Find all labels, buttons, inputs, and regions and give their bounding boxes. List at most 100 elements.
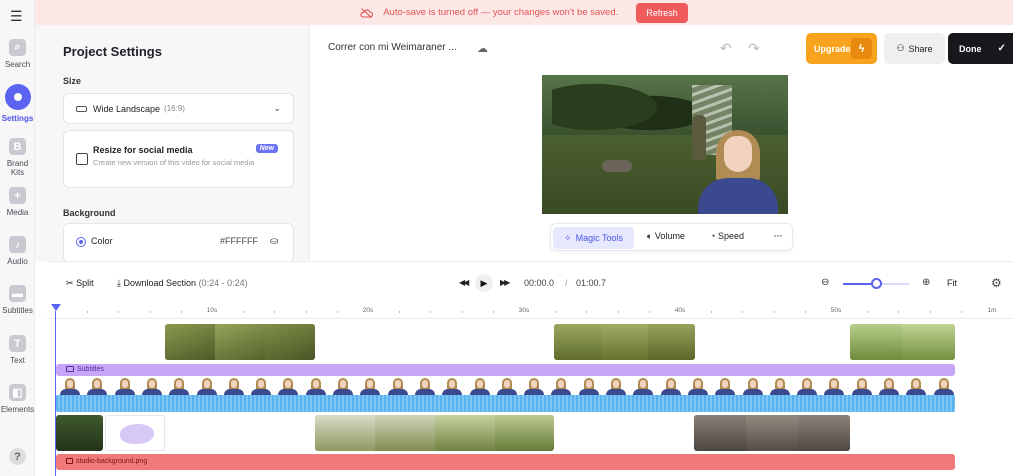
ruler-tick [773, 311, 775, 313]
avatar-frame [411, 377, 438, 395]
avatar-track[interactable] [56, 377, 955, 395]
ruler-label: 40s [674, 307, 686, 314]
chevron-down-icon: ⌄ [273, 103, 281, 113]
avatar-frame [384, 377, 411, 395]
elements-icon: ◧ [9, 384, 26, 401]
add-person-icon: ⚇ [896, 43, 905, 53]
redo-icon[interactable]: ↷ [748, 40, 760, 57]
avatar-frame [438, 377, 465, 395]
hamburger-icon[interactable]: ☰ [10, 9, 24, 23]
sidebar-item-brand-kits[interactable]: B Brand Kits [0, 138, 35, 177]
zoom-out-icon[interactable]: ⊖ [821, 277, 829, 288]
avatar-frame [302, 377, 329, 395]
text-icon: T [9, 335, 26, 352]
speed-button[interactable]: ◔ Speed [710, 231, 744, 241]
paint-bucket-icon[interactable]: ⛀ [270, 236, 278, 247]
speaker-icon: 🔈︎ [647, 231, 653, 241]
avatar-frame [902, 377, 929, 395]
playhead-handle[interactable] [51, 304, 61, 311]
undo-icon[interactable]: ↶ [720, 40, 732, 57]
magic-tools-label: Magic Tools [575, 233, 623, 243]
share-button[interactable]: ⚇ Share [884, 33, 945, 64]
presenter-avatar[interactable] [698, 130, 778, 214]
ruler-label: 10s [206, 307, 218, 314]
sidebar-item-audio[interactable]: ♪ Audio [0, 236, 35, 266]
zoom-slider[interactable] [843, 278, 909, 289]
sidebar-item-subtitles[interactable]: ▬ Subtitles [0, 285, 35, 315]
video-clip[interactable] [554, 324, 695, 360]
ruler-label: 50s [830, 307, 842, 314]
project-title[interactable]: Correr con mi Weimaraner ... [328, 42, 457, 53]
avatar-frame [165, 377, 192, 395]
ruler-tick [586, 311, 588, 313]
avatar-frame [193, 377, 220, 395]
split-button[interactable]: ✂ Split [66, 278, 94, 289]
avatar-frame [766, 377, 793, 395]
autosave-banner: Auto-save is turned off — your changes w… [35, 0, 1013, 25]
avatar-frame [247, 377, 274, 395]
sidebar-item-settings[interactable]: Settings [0, 84, 35, 123]
download-section-button[interactable]: ⤓ Download Section (0:24 - 0:24) [117, 278, 248, 289]
download-icon: ⤓ [117, 278, 121, 288]
gear-icon[interactable]: ⚙ [991, 276, 1002, 290]
cloud-off-icon [360, 7, 374, 18]
done-button[interactable]: Done ✓ [948, 33, 1013, 64]
video-clip[interactable] [165, 324, 315, 360]
upgrade-button[interactable]: Upgrade ϟ [806, 33, 877, 64]
avatar-frame [220, 377, 247, 395]
total-time: 01:00.7 [576, 278, 607, 288]
sidebar-item-elements[interactable]: ◧ Elements [0, 384, 35, 414]
video-clip[interactable] [56, 415, 103, 451]
background-color-option[interactable]: Color #FFFFFF ⛀ [63, 223, 294, 263]
video-clip[interactable] [850, 324, 955, 360]
subtitles-track[interactable]: Subtitles [56, 364, 955, 376]
ruler-tick [243, 311, 245, 313]
preview-toolbar: ✧ Magic Tools 🔈︎ Volume ◔ Speed ··· [550, 223, 793, 251]
video-preview[interactable] [542, 75, 788, 214]
split-label: Split [76, 278, 94, 288]
zoom-slider-handle[interactable] [871, 278, 882, 289]
sidebar-item-text[interactable]: T Text [0, 335, 35, 365]
fit-button[interactable]: Fit [947, 278, 957, 288]
resize-social-card[interactable]: Resize for social media Create new versi… [63, 130, 294, 188]
new-badge: New [255, 144, 278, 153]
ruler-tick [929, 311, 931, 313]
volume-label: Volume [654, 231, 685, 241]
download-range: (0:24 - 0:24) [198, 278, 248, 288]
image-clip[interactable] [105, 415, 165, 451]
more-options-button[interactable]: ··· [773, 228, 783, 242]
video-clip[interactable] [315, 415, 554, 451]
magic-tools-button[interactable]: ✧ Magic Tools [553, 227, 634, 249]
avatar-frame [356, 377, 383, 395]
audio-waveform-track[interactable] [56, 395, 955, 412]
avatar-frame [711, 377, 738, 395]
video-clip[interactable] [694, 415, 850, 451]
background-image-track[interactable]: studio-background.png [56, 454, 955, 470]
color-hex-value[interactable]: #FFFFFF [220, 236, 258, 246]
subtitles-icon: ▬ [9, 285, 26, 302]
sidebar-item-media[interactable]: + Media [0, 187, 35, 217]
timeline-ruler[interactable]: 10s 20s 30s 40s 50s 1m [47, 306, 1013, 319]
refresh-button[interactable]: Refresh [636, 2, 688, 23]
help-button[interactable]: ? [0, 448, 35, 469]
avatar-frame [875, 377, 902, 395]
sidebar-item-label: Brand Kits [6, 159, 29, 177]
size-select[interactable]: Wide Landscape (16:9) ⌄ [63, 93, 294, 124]
sidebar-item-search[interactable]: ⌕ Search [0, 39, 35, 69]
skip-back-icon[interactable]: ◀◀ [459, 278, 469, 287]
ruler-label: 1m [987, 307, 997, 314]
ruler-tick [711, 311, 713, 313]
color-radio[interactable] [76, 237, 86, 247]
ruler-label: 20s [362, 307, 374, 314]
zoom-in-icon[interactable]: ⊕ [922, 277, 930, 288]
play-button[interactable]: ▶ [475, 274, 493, 292]
avatar-frame [493, 377, 520, 395]
avatar-frame [793, 377, 820, 395]
avatar-frame [83, 377, 110, 395]
volume-button[interactable]: 🔈︎ Volume [647, 231, 685, 242]
ruler-tick [149, 311, 151, 313]
color-label: Color [91, 236, 113, 246]
skip-forward-icon[interactable]: ▶▶ [500, 278, 510, 287]
speed-label: Speed [717, 231, 744, 241]
ruler-tick [336, 311, 338, 313]
